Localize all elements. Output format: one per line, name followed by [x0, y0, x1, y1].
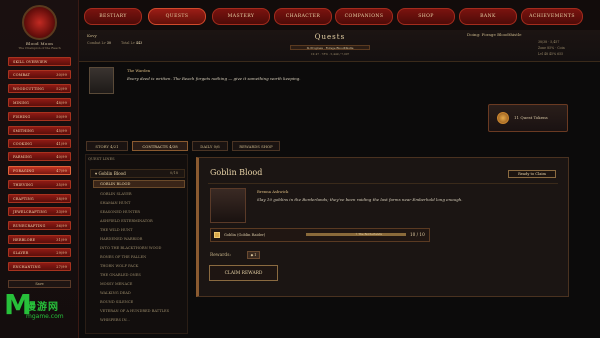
rewards-label: Rewards:	[210, 253, 231, 258]
quest-giver-name: Brenna Ashwick	[257, 189, 289, 194]
sidebar-item-mining[interactable]: Mining 48/99	[8, 98, 71, 107]
total-level: Total Lv 443	[121, 41, 143, 45]
tab-contracts[interactable]: Contracts 4/38	[132, 141, 188, 151]
nav-quests[interactable]: Quests	[148, 8, 206, 25]
watermark-logo-url: mgame.com	[26, 313, 64, 320]
player-subtitle: The Champion of the Reach	[18, 46, 61, 50]
list-item[interactable]: The Gnarled Ones	[100, 273, 185, 277]
sidebar-item-woodcutting[interactable]: Woodcutting 52/99	[8, 84, 71, 93]
sidebar-item-runecrafting[interactable]: Runecrafting 36/99	[8, 221, 71, 230]
sidebar-item-cooking[interactable]: Cooking 41/99	[8, 139, 71, 148]
character-name: Kovy	[87, 33, 97, 38]
nav-character[interactable]: Character	[274, 8, 332, 25]
quest-title: Goblin Blood	[210, 168, 263, 177]
sidebar-item-enchanting[interactable]: Enchanting 27/99	[8, 262, 71, 271]
status-badge: Ready to Claim	[508, 170, 556, 178]
save-button[interactable]: Save	[8, 280, 71, 288]
warden-portrait	[89, 67, 114, 94]
header-stat-3: Lvl 48 45% 655	[538, 52, 564, 56]
sidebar-item-smithing[interactable]: Smithing 45/99	[8, 126, 71, 135]
sidebar-item-crafting[interactable]: Crafting 38/99	[8, 194, 71, 203]
nav-bank[interactable]: Bank	[459, 8, 517, 25]
list-item[interactable]: Ashfield Exterminator	[100, 219, 185, 223]
activity-stats: 1K 47 · 78% · 5,449 / 7,007	[310, 52, 350, 56]
objective-checkbox-icon	[214, 232, 220, 238]
list-item[interactable]: Mossy Menace	[100, 282, 185, 286]
quest-list-header: Quest Lines	[88, 157, 115, 161]
list-item[interactable]: Bones of the Fallen	[100, 255, 185, 259]
sidebar-item-jewelcrafting[interactable]: Jewelcrafting 33/99	[8, 207, 71, 216]
sidebar-item-thieving[interactable]: Thieving 35/99	[8, 180, 71, 189]
blood-moon-emblem-icon	[22, 5, 57, 40]
tab-rewards-shop[interactable]: Rewards Shop	[232, 141, 280, 151]
watermark-logo-name: 漫游网	[26, 302, 59, 313]
list-item[interactable]: Seasoned Hunter	[100, 210, 185, 214]
list-item[interactable]: Goblin Slayer	[100, 192, 185, 196]
sidebar-item-skill-overview[interactable]: Skill Overview	[8, 57, 71, 66]
list-item[interactable]: Into the Blackthorn Wood	[100, 246, 185, 250]
sidebar-item-combat[interactable]: Combat 30/99	[8, 70, 71, 79]
tab-story[interactable]: Story 4/21	[86, 141, 128, 151]
nav-companions[interactable]: Companions	[335, 8, 393, 25]
page-title: Quests	[314, 33, 346, 41]
objective-location: ↑ The Borderlands	[355, 232, 382, 236]
activity-progress-bar: In Progress · Forage Bloodthistle	[290, 45, 370, 50]
list-item[interactable]: Whispers in...	[100, 318, 185, 322]
nav-shop[interactable]: Shop	[397, 8, 455, 25]
nav-mastery[interactable]: Mastery	[212, 8, 270, 25]
quest-token-count: 11 Quest Tokens	[514, 115, 548, 120]
objective-label: Goblin (Goblin Raider)	[224, 233, 266, 237]
quest-group-label: ▾ Goblin Blood	[95, 171, 126, 176]
tab-daily[interactable]: Daily 0/6	[192, 141, 228, 151]
nav-bestiary[interactable]: Bestiary	[84, 8, 142, 25]
quest-description: Slay 10 goblins in the Borderlands; they…	[257, 197, 463, 202]
list-item[interactable]: Bound Silence	[100, 300, 185, 304]
header-stat-2: Zone 85% · Coin	[538, 46, 565, 50]
reward-token-chip: ◆ 1	[247, 251, 260, 259]
quest-giver-portrait	[210, 188, 246, 223]
quest-group-count: 0/18	[170, 171, 179, 175]
npc-name: The Warden	[127, 68, 151, 73]
sidebar-item-fishing[interactable]: Fishing 50/99	[8, 112, 71, 121]
list-item[interactable]: Thorn Wolf Pack	[100, 264, 185, 268]
header-stat-1: 38/38 · 5,457	[538, 40, 560, 44]
list-item[interactable]: Walking Dead	[100, 291, 185, 295]
npc-dialogue: Every deed is written. The Reach forgets…	[127, 76, 301, 81]
quest-token-icon	[497, 112, 509, 124]
objective-count: 10 / 10	[410, 232, 425, 237]
list-item[interactable]: Goblin Blood	[100, 182, 185, 186]
list-item[interactable]: Hardened Warrior	[100, 237, 185, 241]
sidebar-item-herblore[interactable]: Herblore 31/99	[8, 235, 71, 244]
divider	[208, 183, 558, 184]
sidebar-item-foraging[interactable]: Foraging 47/99	[8, 166, 71, 175]
nav-achievements[interactable]: Achievements	[521, 8, 583, 25]
list-item[interactable]: Veteran of a Hundred Battles	[100, 309, 185, 313]
current-activity: Doing: Forage Bloodthistle	[467, 32, 522, 37]
list-item[interactable]: The Wild Hunt	[100, 228, 185, 232]
claim-reward-button[interactable]: Claim Reward	[209, 265, 278, 281]
sidebar-item-slayer[interactable]: Slayer 29/99	[8, 248, 71, 257]
combat-level: Combat Lv 30	[87, 41, 112, 45]
list-item[interactable]: Shaman Hunt	[100, 201, 185, 205]
sidebar-item-farming[interactable]: Farming 40/99	[8, 152, 71, 161]
